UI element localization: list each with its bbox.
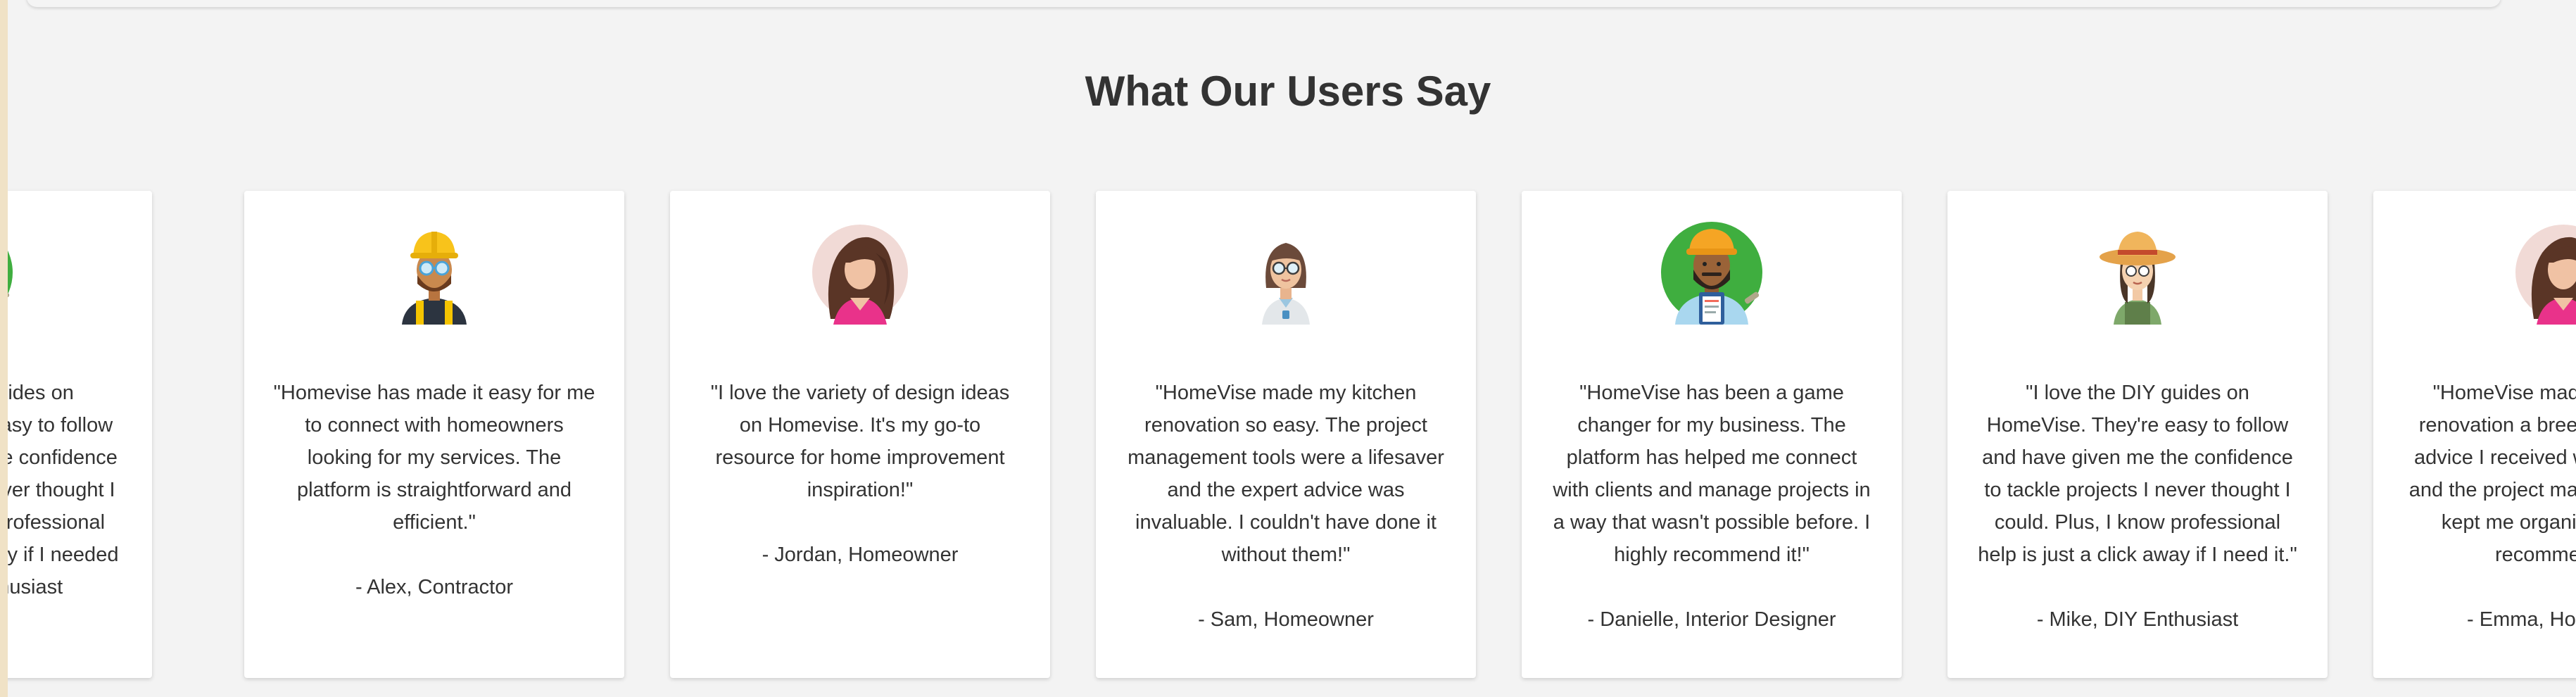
- construction-worker-avatar: [382, 220, 486, 325]
- woman-long-hair-avatar: [2511, 220, 2576, 325]
- testimonial-quote: "HomeVise made my kitchen renovation a b…: [2408, 382, 2576, 566]
- testimonial-quote: "HomeVise made my kitchen renovation so …: [1128, 382, 1444, 566]
- testimonial-quote: "I love the variety of design ideas on H…: [710, 382, 1010, 501]
- testimonial-quote: "I love the DIY guides on HomeVise. They…: [1978, 382, 2297, 566]
- testimonial-quote: "I love the DIY guides on HomeVise. They…: [8, 382, 119, 566]
- contractor-clipboard-avatar: [8, 220, 14, 325]
- woman-glasses-avatar: [1234, 220, 1338, 325]
- testimonial-card: "HomeVise has been a game changer for my…: [1522, 191, 1902, 678]
- testimonial-card: "I love the DIY guides on HomeVise. They…: [1947, 191, 2328, 678]
- testimonial-card: "I love the DIY guides on HomeVise. They…: [8, 191, 152, 678]
- testimonial-carousel[interactable]: "I love the DIY guides on HomeVise. They…: [8, 0, 2576, 697]
- farmer-straw-hat-avatar: [2085, 220, 2190, 325]
- testimonial-quote: "Homevise has made it easy for me to con…: [273, 382, 595, 534]
- testimonial-card: "Homevise has made it easy for me to con…: [244, 191, 624, 678]
- testimonial-author: - Emma, Homeowner: [2467, 608, 2576, 631]
- testimonial-author: - Mike, DIY Enthusiast: [2036, 608, 2239, 631]
- testimonial-card: "I love the variety of design ideas on H…: [670, 191, 1050, 678]
- testimonial-card: "HomeVise made my kitchen renovation so …: [1096, 191, 1476, 678]
- testimonial-author: - Jordan, Homeowner: [762, 544, 959, 566]
- testimonial-quote: "HomeVise has been a game changer for my…: [1553, 382, 1871, 566]
- testimonial-card: "HomeVise made my kitchen renovation a b…: [2373, 191, 2576, 678]
- testimonial-author: - Mike, DIY Enthusiast: [8, 576, 63, 598]
- testimonial-author: - Sam, Homeowner: [1198, 608, 1374, 631]
- testimonial-author: - Danielle, Interior Designer: [1587, 608, 1836, 631]
- contractor-clipboard-avatar: [1660, 220, 1764, 325]
- woman-long-hair-avatar: [808, 220, 912, 325]
- testimonial-author: - Alex, Contractor: [355, 576, 514, 598]
